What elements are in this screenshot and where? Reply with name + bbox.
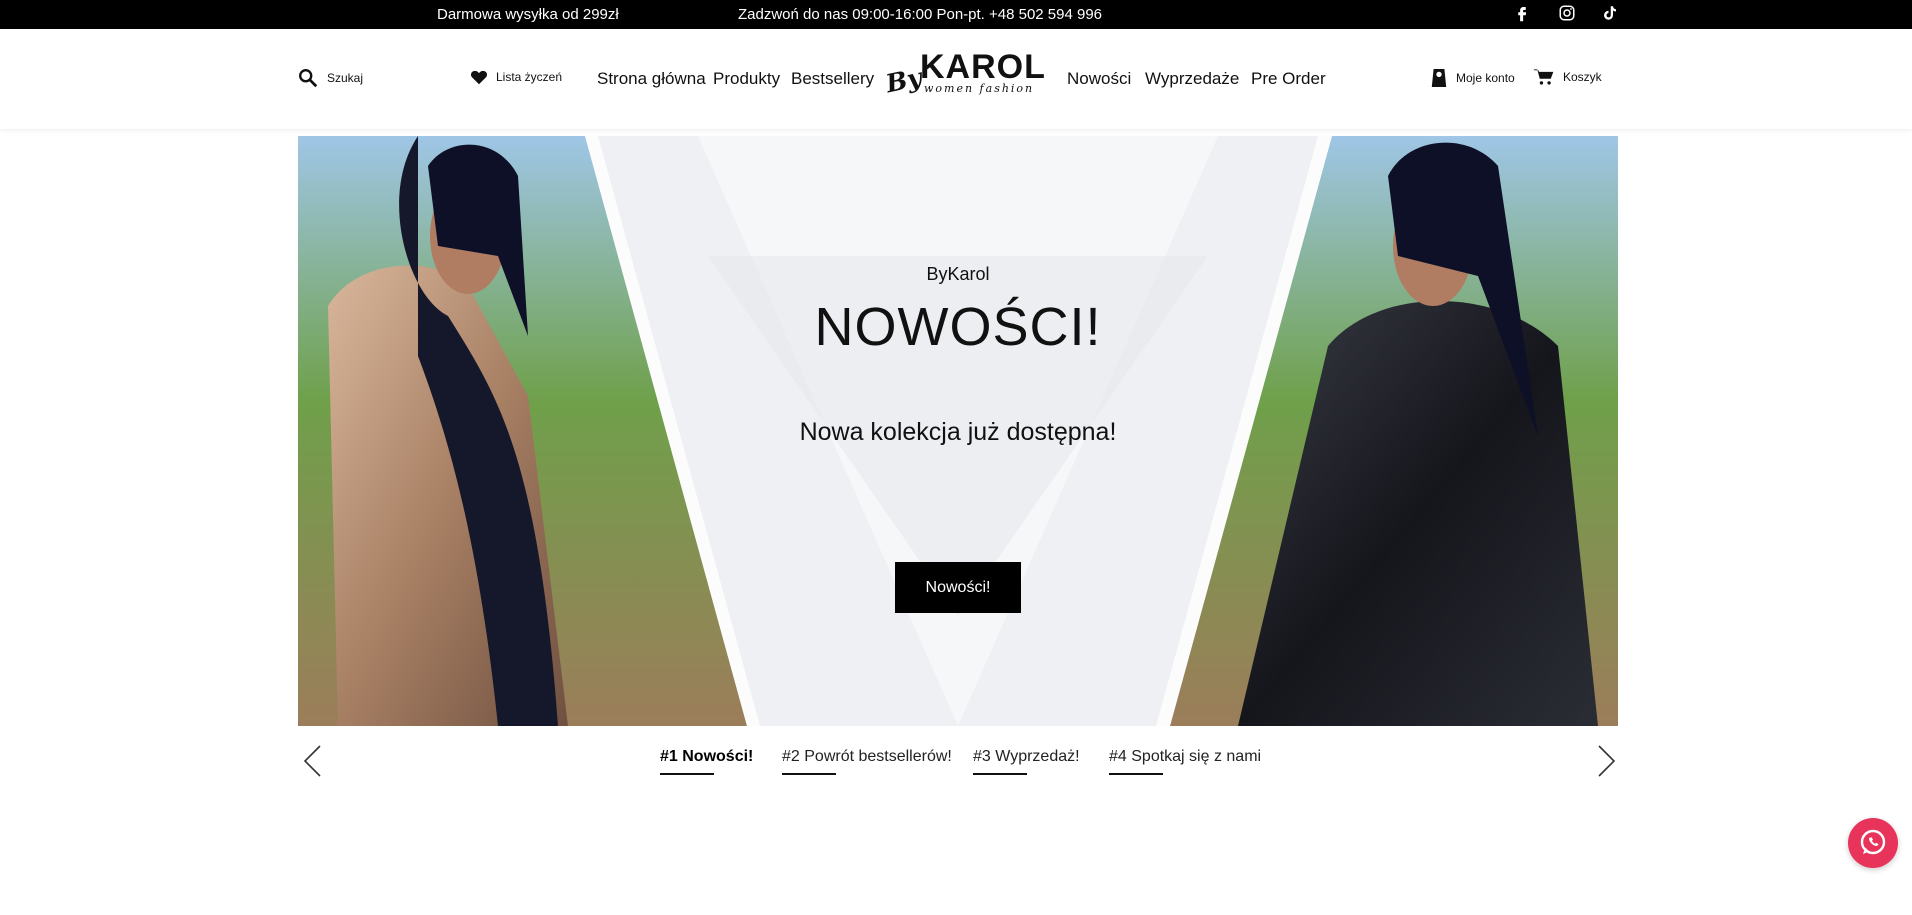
- slider-pagination: #1 Nowości! #2 Powrót bestsellerów! #3 W…: [0, 748, 1912, 778]
- nav-new[interactable]: Nowości: [1067, 69, 1131, 89]
- nav-home[interactable]: Strona główna: [597, 69, 706, 89]
- cart-link[interactable]: Koszyk: [1533, 67, 1602, 87]
- wishlist-label: Lista życzeń: [496, 70, 563, 84]
- search-icon: [299, 69, 318, 88]
- wishlist-link[interactable]: Lista życzeń: [470, 69, 562, 85]
- account-label: Moje konto: [1456, 71, 1515, 85]
- site-logo[interactable]: By KAROL women fashion: [880, 48, 1050, 100]
- cart-label: Koszyk: [1563, 70, 1602, 84]
- hero-slide: ByKarol NOWOŚCI! Nowa kolekcja już dostę…: [298, 136, 1618, 726]
- slide-tab-3[interactable]: #3 Wyprzedaż!: [973, 748, 1080, 775]
- cart-icon: [1533, 69, 1554, 85]
- search-button[interactable]: Szukaj: [297, 67, 363, 89]
- slide-tab-1[interactable]: #1 Nowości!: [660, 748, 754, 775]
- hero-cta-button[interactable]: Nowości!: [895, 562, 1021, 613]
- nav-bestsellers[interactable]: Bestsellery: [791, 69, 874, 89]
- whatsapp-icon: [1860, 829, 1886, 855]
- nav-products[interactable]: Produkty: [713, 69, 780, 89]
- slide-tab-4[interactable]: #4 Spotkaj się z nami: [1109, 748, 1262, 775]
- free-shipping-text: Darmowa wysyłka od 299zł: [437, 6, 619, 23]
- slide-tab-label: #4 Spotkaj się z nami: [1109, 748, 1262, 765]
- nav-pre-order[interactable]: Pre Order: [1251, 69, 1326, 89]
- slide-tab-label: #1 Nowości!: [660, 748, 754, 765]
- user-icon: [1431, 69, 1447, 87]
- account-link[interactable]: Moje konto: [1430, 67, 1515, 89]
- search-label: Szukaj: [327, 71, 364, 85]
- site-header: Szukaj Lista życzeń Strona główna Produk…: [0, 29, 1912, 129]
- slide-tab-label: #2 Powrót bestsellerów!: [782, 748, 952, 765]
- whatsapp-chat-button[interactable]: [1848, 818, 1898, 868]
- hero-title: NOWOŚCI!: [814, 297, 1102, 357]
- top-bar: Darmowa wysyłka od 299zł Zadzwoń do nas …: [0, 0, 1912, 29]
- hero-brand: ByKarol: [926, 264, 990, 284]
- heart-icon: [470, 70, 488, 85]
- logo-by: By: [883, 62, 925, 99]
- facebook-icon[interactable]: [1513, 4, 1531, 22]
- logo-tagline: women fashion: [924, 82, 1035, 95]
- hero-subtitle: Nowa kolekcja już dostępna!: [799, 418, 1117, 446]
- slide-tab-2[interactable]: #2 Powrót bestsellerów!: [782, 748, 952, 775]
- phone-text[interactable]: Zadzwoń do nas 09:00-16:00 Pon-pt. +48 5…: [738, 6, 1102, 23]
- slide-tab-label: #3 Wyprzedaż!: [973, 748, 1080, 765]
- tiktok-icon[interactable]: [1601, 4, 1619, 22]
- instagram-icon[interactable]: [1558, 4, 1576, 22]
- nav-sales[interactable]: Wyprzedaże: [1145, 69, 1239, 89]
